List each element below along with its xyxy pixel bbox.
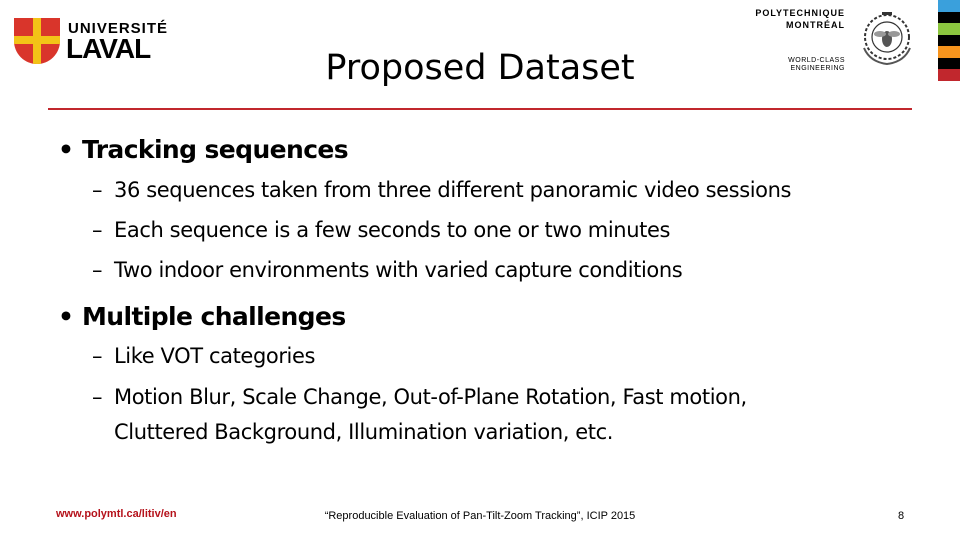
color-stripe [938, 46, 960, 58]
color-stripe [938, 57, 960, 69]
polytechnique-logo-line2: MONTRÉAL [786, 20, 845, 30]
color-stripe [938, 69, 960, 81]
sub-bullet: –36 sequences taken from three different… [92, 178, 792, 202]
footer-citation: “Reproducible Evaluation of Pan-Tilt-Zoo… [324, 510, 636, 522]
sub-bullet-text: Like VOT categories [114, 344, 316, 368]
tagline-line1: WORLD-CLASS [788, 57, 845, 64]
color-stripe [938, 34, 960, 46]
bullet-multiple-challenges: • Multiple challenges [58, 302, 346, 331]
polytechnique-seal-icon [863, 12, 911, 66]
sub-bullet: – Like VOT categories [92, 344, 316, 368]
sub-bullet: – Two indoor environments with varied cap… [92, 258, 683, 282]
sub-bullet: – Motion Blur, Scale Change, Out-of-Plane… [92, 385, 747, 409]
polytechnique-logo-line1: POLYTECHNIQUE [755, 8, 845, 18]
bullet-tracking-sequences: • Tracking sequences [58, 135, 349, 164]
title-divider [48, 108, 912, 110]
sub-bullet-continuation: Cluttered Background, Illumination varia… [114, 420, 614, 444]
page-number: 8 [898, 510, 905, 522]
sub-bullet-text: 36 sequences taken from three different … [114, 178, 792, 202]
color-stripe [938, 23, 960, 35]
sub-bullet-text: Each sequence is a few seconds to one or… [114, 218, 671, 242]
tagline-line2: ENGINEERING [790, 65, 845, 72]
sub-bullet: – Each sequence is a few seconds to one o… [92, 218, 671, 242]
footer-citation-container: “Reproducible Evaluation of Pan-Tilt-Zoo… [0, 510, 960, 522]
sub-bullet-text: Two indoor environments with varied capt… [114, 258, 683, 282]
polytechnique-tagline: WORLD-CLASS ENGINEERING [788, 57, 845, 73]
bullet-heading: Tracking sequences [82, 135, 349, 164]
color-stripe [938, 0, 960, 12]
color-stripe [938, 11, 960, 23]
sub-bullet-text: Motion Blur, Scale Change, Out-of-Plane … [114, 385, 747, 409]
bullet-heading: Multiple challenges [82, 302, 346, 331]
slide-title: Proposed Dataset [325, 48, 635, 88]
